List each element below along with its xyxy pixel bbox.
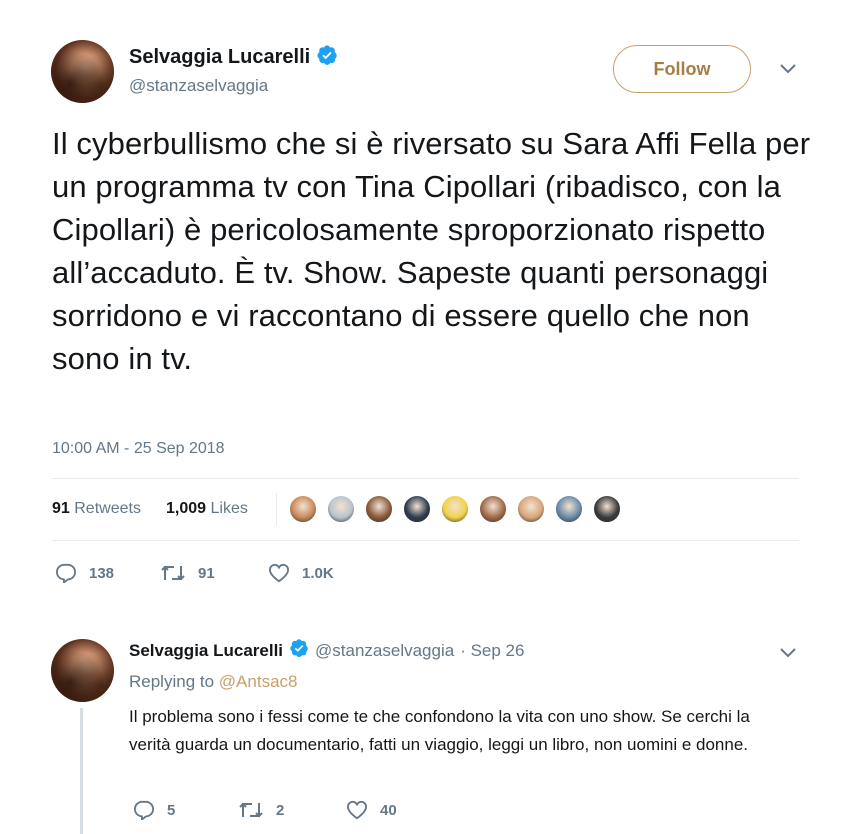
reply-like-count: 40 xyxy=(380,801,397,819)
reply-retweet-button[interactable]: 2 xyxy=(238,800,284,820)
reply-header: Selvaggia Lucarelli @stanzaselvaggia · S… xyxy=(129,638,524,663)
reply-date[interactable]: · Sep 26 xyxy=(460,641,524,661)
divider xyxy=(52,540,799,541)
retweet-icon xyxy=(238,800,264,820)
like-count-action: 1.0K xyxy=(302,564,334,582)
liker-avatar[interactable] xyxy=(326,494,356,524)
author-avatar[interactable] xyxy=(51,40,114,103)
retweet-stat[interactable]: 91 Retweets xyxy=(52,500,141,518)
retweet-count-action: 91 xyxy=(198,564,215,582)
liker-avatar[interactable] xyxy=(516,494,546,524)
reply-retweet-count: 2 xyxy=(276,801,285,819)
retweet-count: 91 xyxy=(52,500,70,517)
follow-button[interactable]: Follow xyxy=(613,45,751,93)
reply-count: 138 xyxy=(89,564,115,582)
liker-avatar[interactable] xyxy=(440,494,470,524)
reply-author-handle[interactable]: @stanzaselvaggia xyxy=(315,641,454,661)
replying-to: Replying to @Antsac8 xyxy=(129,672,297,692)
like-stat[interactable]: 1,009 Likes xyxy=(166,500,248,518)
liker-avatar[interactable] xyxy=(478,494,508,524)
reply-reply-button[interactable]: 5 xyxy=(133,800,175,820)
reply-icon xyxy=(133,800,155,820)
liker-avatar[interactable] xyxy=(592,494,622,524)
verified-badge-icon xyxy=(289,638,309,663)
retweet-icon xyxy=(160,563,186,583)
reply-reply-count: 5 xyxy=(167,801,176,819)
tweet-timestamp[interactable]: 10:00 AM - 25 Sep 2018 xyxy=(52,440,225,458)
replying-to-link[interactable]: @Antsac8 xyxy=(219,672,298,691)
thread-line xyxy=(80,708,83,834)
author-handle[interactable]: @stanzaselvaggia xyxy=(129,76,268,96)
retweet-button[interactable]: 91 xyxy=(160,563,215,583)
replying-prefix: Replying to xyxy=(129,672,215,691)
liker-avatar[interactable] xyxy=(554,494,584,524)
author-name[interactable]: Selvaggia Lucarelli xyxy=(129,46,310,69)
divider xyxy=(52,478,799,479)
stat-divider xyxy=(276,493,277,525)
liker-avatar[interactable] xyxy=(364,494,394,524)
reply-icon xyxy=(55,563,77,583)
heart-icon xyxy=(268,563,290,583)
reply-author-avatar[interactable] xyxy=(51,639,114,702)
verified-badge-icon xyxy=(316,44,338,71)
chevron-down-icon[interactable] xyxy=(779,646,797,664)
like-button[interactable]: 1.0K xyxy=(268,563,334,583)
liker-avatar[interactable] xyxy=(288,494,318,524)
like-count: 1,009 xyxy=(166,500,207,517)
reply-button[interactable]: 138 xyxy=(55,563,114,583)
tweet-text: Il cyberbullismo che si è riversato su S… xyxy=(52,126,811,376)
author-name-row[interactable]: Selvaggia Lucarelli xyxy=(129,44,338,71)
section-gap xyxy=(0,605,849,614)
reply-text: Il problema sono i fessi come te che con… xyxy=(129,707,750,754)
heart-icon xyxy=(346,800,368,820)
reply-author-name[interactable]: Selvaggia Lucarelli xyxy=(129,641,283,661)
liker-avatar[interactable] xyxy=(402,494,432,524)
like-label: Likes xyxy=(210,500,248,517)
chevron-down-icon[interactable] xyxy=(779,62,797,80)
retweet-label: Retweets xyxy=(74,500,141,517)
reply-like-button[interactable]: 40 xyxy=(346,800,397,820)
likers-avatars xyxy=(288,494,622,524)
